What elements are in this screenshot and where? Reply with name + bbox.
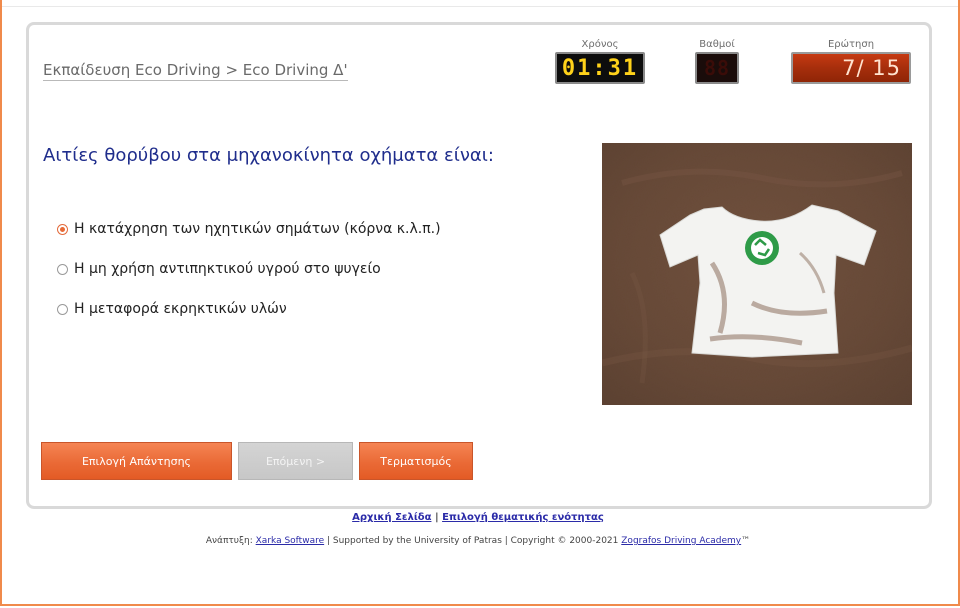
tshirt-on-sand-image — [602, 143, 912, 405]
answer-option-label: Η μη χρήση αντιπηκτικού υγρού στο ψυγείο — [74, 261, 381, 277]
topic-selection-link[interactable]: Επιλογή θεματικής ενότητας — [442, 512, 604, 523]
answer-option-1[interactable]: Η κατάχρηση των ηχητικών σημάτων (κόρνα … — [57, 221, 441, 237]
breadcrumb: Εκπαίδευση Eco Driving > Eco Driving Δ' — [43, 61, 348, 81]
answer-option-2[interactable]: Η μη χρήση αντιπηκτικού υγρού στο ψυγείο — [57, 261, 381, 277]
radio-button[interactable] — [57, 303, 68, 315]
score-label: Βαθμοί — [699, 39, 735, 50]
radio-button[interactable] — [57, 263, 68, 275]
question-label: Ερώτηση — [827, 39, 875, 50]
footer-separator: | — [434, 512, 439, 523]
footer-links: Αρχική Σελίδα | Επιλογή θεματικής ενότητ… — [0, 512, 956, 523]
question-image — [602, 143, 912, 405]
answer-option-3[interactable]: Η μεταφορά εκρηκτικών υλών — [57, 301, 287, 317]
trademark-symbol: ™ — [741, 536, 751, 546]
answer-option-label: Η μεταφορά εκρηκτικών υλών — [74, 301, 287, 317]
home-link[interactable]: Αρχική Σελίδα — [352, 512, 431, 523]
radio-button[interactable] — [57, 223, 68, 235]
answer-option-label: Η κατάχρηση των ηχητικών σημάτων (κόρνα … — [74, 221, 441, 237]
developer-link[interactable]: Xarka Software — [256, 536, 324, 546]
footer-credits: Ανάπτυξη: Xarka Software | Supported by … — [0, 536, 956, 546]
finish-button[interactable]: Τερματισμός — [359, 442, 473, 480]
credits-text: | Supported by the University of Patras … — [327, 536, 619, 546]
next-question-button[interactable]: Επόμενη > — [238, 442, 353, 480]
time-display: 01:31 — [555, 52, 645, 84]
score-display: 88 — [695, 52, 739, 84]
time-label: Χρόνος — [581, 39, 619, 50]
question-title: Αιτίες θορύβου στα μηχανοκίνητα οχήματα … — [43, 145, 494, 166]
academy-link[interactable]: Zografos Driving Academy — [621, 536, 741, 546]
select-answer-button[interactable]: Επιλογή Απάντησης — [41, 442, 232, 480]
question-counter-display: 7/ 15 — [791, 52, 911, 84]
developer-prefix: Ανάπτυξη: — [205, 536, 253, 546]
